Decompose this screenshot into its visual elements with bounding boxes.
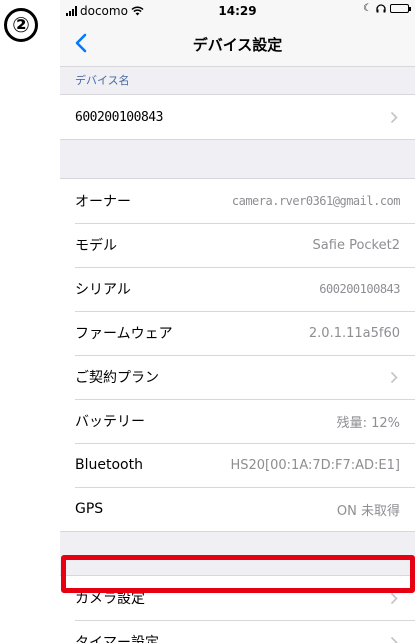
chevron-right-icon (390, 110, 400, 124)
camera-settings-row[interactable]: カメラ設定 (60, 576, 415, 620)
serial-row: シリアル 600200100843 (60, 267, 415, 311)
bluetooth-label: Bluetooth (75, 457, 143, 473)
device-name-value: 600200100843 (75, 109, 163, 125)
model-value: Safie Pocket2 (312, 237, 400, 253)
contract-plan-label: ご契約プラン (75, 370, 159, 386)
moon-icon: ☾ (363, 3, 372, 14)
device-name-group: 600200100843 (60, 94, 415, 140)
device-name-row[interactable]: 600200100843 (60, 95, 415, 139)
firmware-label: ファームウェア (75, 326, 173, 342)
serial-value: 600200100843 (319, 282, 400, 296)
contract-plan-row[interactable]: ご契約プラン (60, 355, 415, 399)
gps-value: ON 未取得 (336, 503, 400, 519)
step-number-badge: ② (4, 8, 38, 42)
battery-label: バッテリー (75, 414, 145, 430)
headphones-icon (376, 4, 386, 13)
camera-settings-label: カメラ設定 (75, 591, 145, 607)
status-bar: docomo 14:29 ☾ (60, 0, 415, 22)
serial-label: シリアル (75, 282, 131, 298)
firmware-row: ファームウェア 2.0.1.11a5f60 (60, 311, 415, 355)
owner-value: camera.rver0361@gmail.com (231, 194, 401, 208)
page-title: デバイス設定 (192, 36, 283, 54)
status-right: ☾ (363, 3, 411, 14)
phone-screen: docomo 14:29 ☾ デバイス設定 デバイス名 600200100843… (60, 0, 415, 643)
battery-value: 残量: 12% (336, 415, 400, 431)
chevron-right-icon (390, 635, 400, 643)
chevron-right-icon (390, 591, 400, 605)
battery-row: バッテリー 残量: 12% (60, 399, 415, 443)
gps-row: GPS ON 未取得 (60, 487, 415, 531)
timer-settings-label: タイマー設定 (75, 635, 159, 643)
model-row: モデル Safie Pocket2 (60, 223, 415, 267)
bluetooth-value: HS20[00:1A:7D:F7:AD:E1] (230, 457, 400, 473)
gps-label: GPS (75, 501, 104, 517)
timer-settings-row[interactable]: タイマー設定 (60, 620, 415, 643)
chevron-right-icon (390, 370, 400, 384)
owner-label: オーナー (75, 194, 131, 210)
settings-group: カメラ設定 タイマー設定 (60, 575, 415, 643)
bluetooth-row: Bluetooth HS20[00:1A:7D:F7:AD:E1] (60, 443, 415, 487)
navigation-bar: デバイス設定 (60, 22, 415, 67)
owner-row: オーナー camera.rver0361@gmail.com (60, 179, 415, 223)
status-time: 14:29 (218, 4, 257, 18)
model-label: モデル (75, 238, 117, 254)
device-info-group: オーナー camera.rver0361@gmail.com モデル Safie… (60, 178, 415, 532)
firmware-value: 2.0.1.11a5f60 (308, 325, 400, 341)
section-header-device-name: デバイス名 (75, 74, 130, 87)
battery-icon (390, 4, 411, 13)
